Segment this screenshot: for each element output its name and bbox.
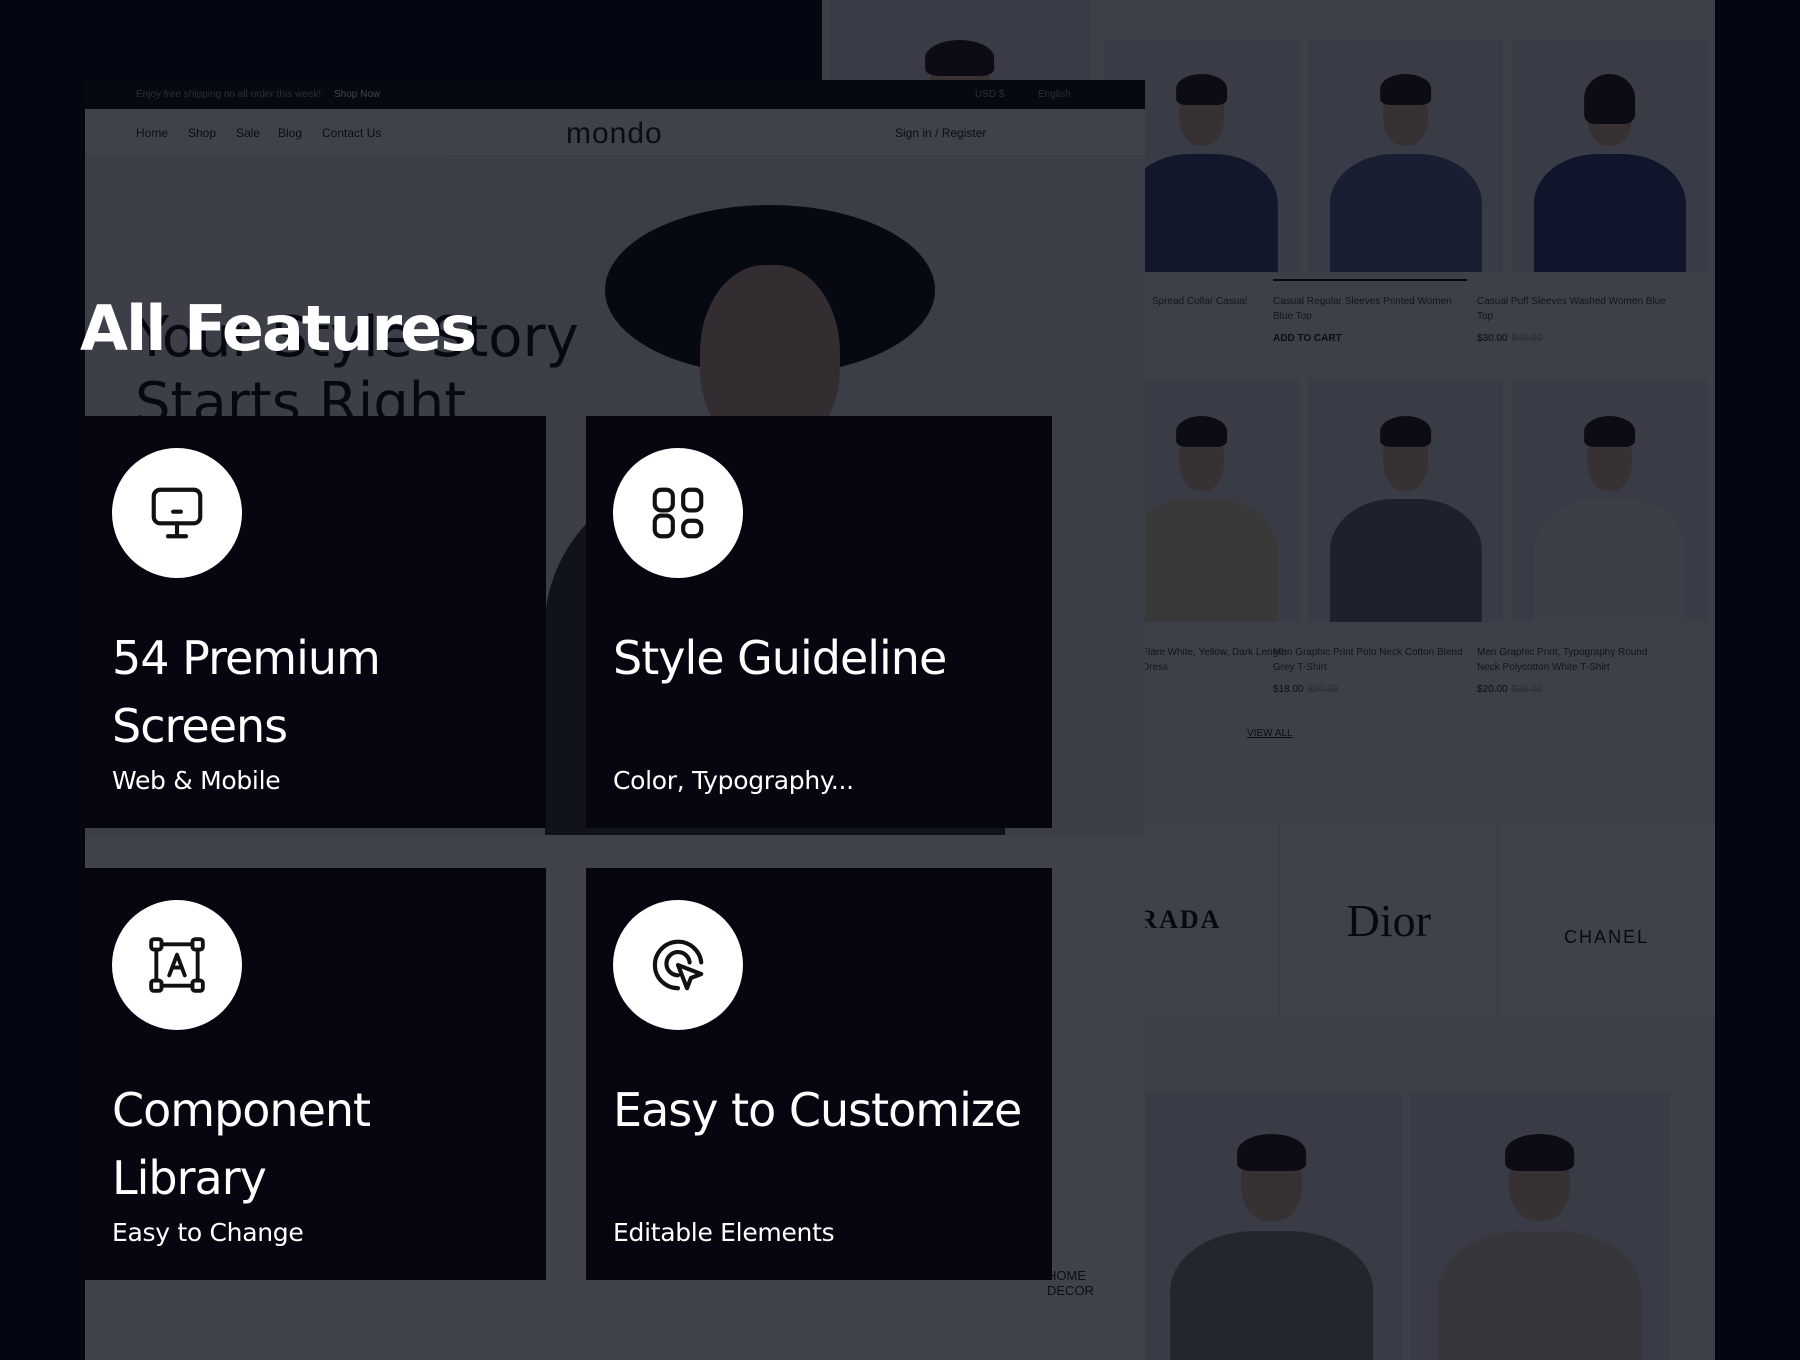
feature-card-component-library: Component Library Easy to Change <box>85 868 546 1280</box>
sign-in-link[interactable]: Sign in / Register <box>895 126 986 140</box>
nav-contact[interactable]: Contact Us <box>322 126 381 140</box>
feature-card-premium-screens: 54 Premium Screens Web & Mobile <box>85 416 546 828</box>
category-home-decor[interactable]: HOME DECOR <box>1047 1268 1095 1298</box>
feature-card-style-guideline: Style Guideline Color, Typography... <box>586 416 1052 828</box>
feature-subtitle: Editable Elements <box>613 1218 835 1247</box>
feature-title: Easy to Customize <box>613 1083 1022 1137</box>
site-logo[interactable]: mondo <box>566 117 663 151</box>
promo-link[interactable]: Shop Now <box>334 89 380 100</box>
monitor-icon <box>112 448 242 578</box>
product-price: $20.00 $25.00 <box>1477 684 1543 695</box>
language-select[interactable]: English <box>1038 89 1071 100</box>
page-title: All Features <box>80 292 477 365</box>
stage: Spread Collar Casual Casual Regular Slee… <box>0 0 1800 1360</box>
currency-select[interactable]: USD $ <box>975 89 1004 100</box>
feature-subtitle: Color, Typography... <box>613 766 854 795</box>
nav-sale[interactable]: Sale <box>236 126 260 140</box>
grid-icon <box>613 448 743 578</box>
product-price: $30.00 $40.00 <box>1477 333 1543 344</box>
product-price: $18.00 $20.00 <box>1273 684 1339 695</box>
text-frame-icon <box>112 900 242 1030</box>
product-image <box>1512 40 1707 272</box>
nav-home[interactable]: Home <box>136 126 168 140</box>
nav-shop[interactable]: Shop <box>188 126 216 140</box>
product-name: Casual Regular Sleeves Printed Women Blu… <box>1273 296 1452 322</box>
feature-title: Style Guideline <box>613 631 947 685</box>
product-image <box>1512 380 1707 622</box>
feature-title: 54 Premium Screens <box>112 631 381 753</box>
cursor-click-icon <box>613 900 743 1030</box>
add-to-cart-link[interactable]: ADD TO CART <box>1273 333 1342 344</box>
feature-subtitle: Easy to Change <box>112 1218 304 1247</box>
product-name: Men Graphic Print Polo Neck Cotton Blend… <box>1273 647 1463 673</box>
lifestyle-image <box>1142 1093 1402 1360</box>
feature-title: Component Library <box>112 1083 371 1205</box>
product-name: Men Graphic Print, Typography Round Neck… <box>1477 647 1648 673</box>
nav-blog[interactable]: Blog <box>278 126 302 140</box>
brand-logo: Dior <box>1279 822 1497 1018</box>
brand-logo: CHANEL <box>1497 822 1715 1018</box>
main-nav: Home Shop Sale Blog Contact Us mondo Sig… <box>85 109 1145 159</box>
feature-card-easy-customize: Easy to Customize Editable Elements <box>586 868 1052 1280</box>
lifestyle-image <box>1410 1093 1670 1360</box>
product-name: Casual Puff Sleeves Washed Women Blue To… <box>1477 296 1666 322</box>
announcement-bar: Enjoy free shipping on all order this we… <box>85 80 1145 109</box>
product-image <box>1308 380 1503 622</box>
product-image <box>1308 40 1503 272</box>
active-product-underline <box>1273 279 1467 281</box>
view-all-link[interactable]: VIEW ALL <box>1247 728 1293 739</box>
feature-subtitle: Web & Mobile <box>112 766 281 795</box>
promo-text: Enjoy free shipping on all order this we… <box>136 89 322 100</box>
